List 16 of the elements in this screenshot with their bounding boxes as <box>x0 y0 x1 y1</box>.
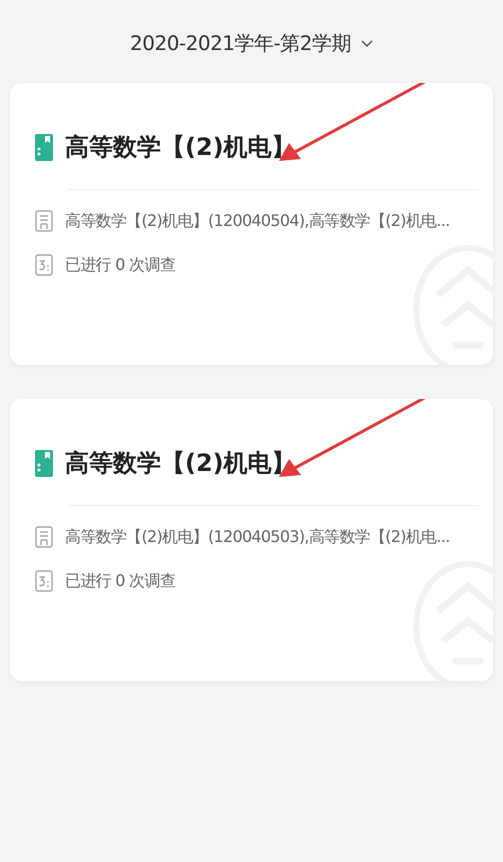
book-icon <box>35 450 53 476</box>
list-icon <box>35 526 53 548</box>
counter-icon <box>35 254 53 276</box>
book-icon <box>35 134 53 160</box>
class-list: 高等数学【(2)机电】(120040504),高等数学【(2)机电... <box>65 210 450 232</box>
caret-icon <box>360 40 373 48</box>
course-title: 高等数学【(2)机电】 <box>65 132 296 163</box>
survey-count: 已进行 0 次调查 <box>65 570 176 592</box>
survey-count: 已进行 0 次调查 <box>65 254 176 276</box>
course-card[interactable]: 高等数学【(2)机电】 高等数学【(2)机电】(120040503),高等数学【(2)机电... 已进行 0 次调查 <box>10 399 493 681</box>
list-icon <box>35 210 53 232</box>
course-title: 高等数学【(2)机电】 <box>65 448 296 479</box>
counter-icon <box>35 570 53 592</box>
class-list: 高等数学【(2)机电】(120040503),高等数学【(2)机电... <box>65 526 450 548</box>
semester-picker[interactable]: 2020-2021学年-第2学期 <box>130 30 373 57</box>
course-card[interactable]: 高等数学【(2)机电】 高等数学【(2)机电】(120040504),高等数学【(2)机电... 已进行 0 次调查 <box>10 83 493 365</box>
